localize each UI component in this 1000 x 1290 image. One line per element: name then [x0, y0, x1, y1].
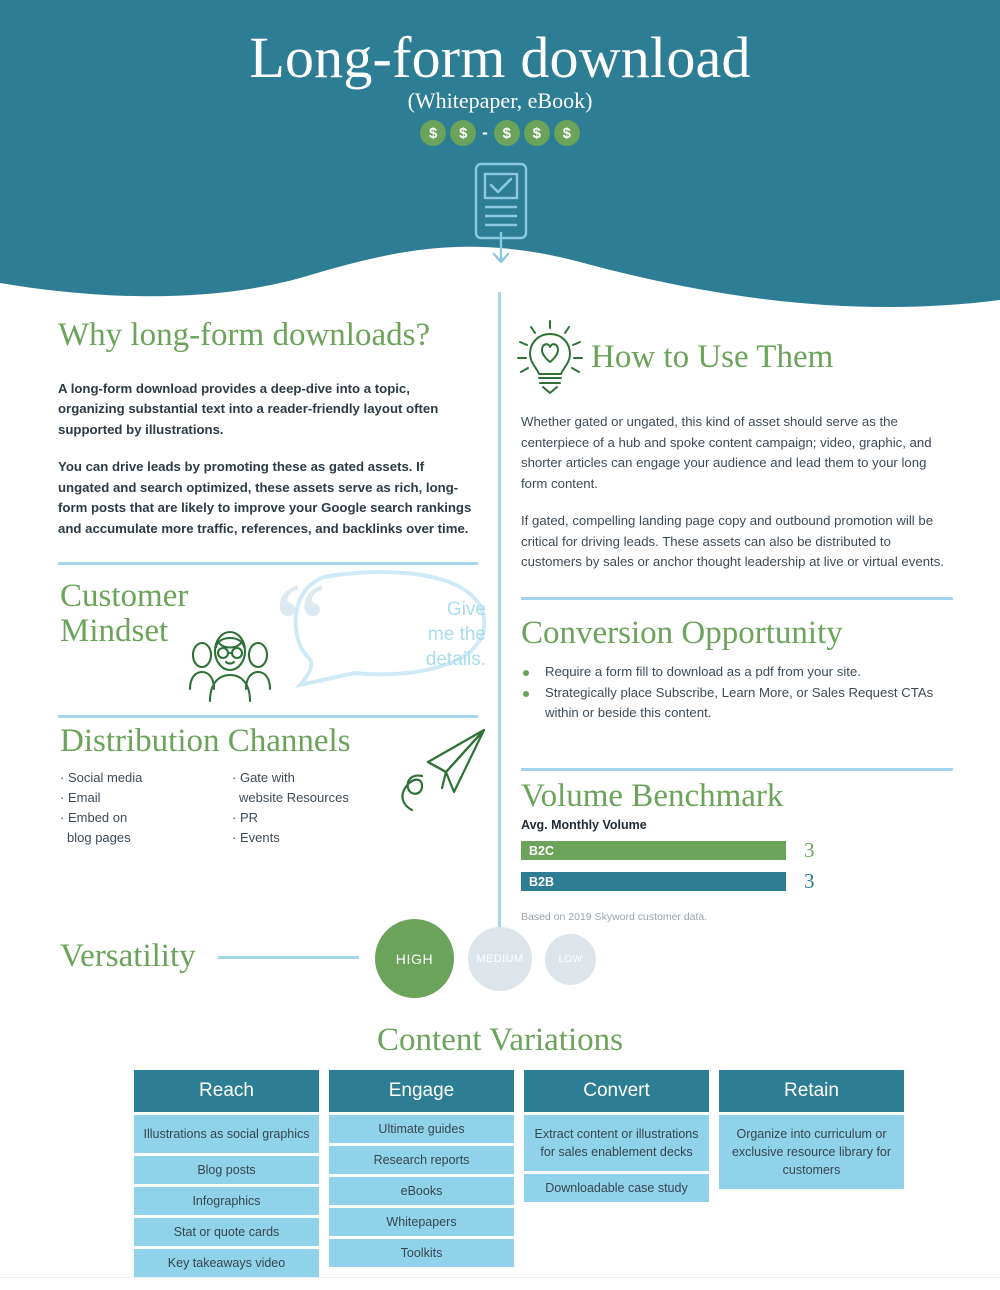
customer-mindset-section: Customer Mindset “ Give me the details. — [58, 558, 487, 715]
why-heading: Why long-form downloads? — [58, 317, 431, 353]
dollar-coin-icon: $ — [523, 120, 550, 146]
how-paragraph-2: If gated, compelling landing page copy a… — [521, 513, 944, 569]
list-item: Require a form fill to download as a pdf… — [521, 662, 953, 683]
list-item: blog pages — [67, 830, 131, 846]
versatility-level-low[interactable]: LOW — [545, 934, 596, 985]
bar-row-b2b: B2B 3 — [521, 869, 953, 894]
versatility-label: Versatility — [60, 938, 196, 974]
bar-row-b2c: B2C 3 — [521, 838, 953, 863]
volume-subheading: Avg. Monthly Volume — [521, 818, 647, 833]
bar-value-b2b: 3 — [804, 869, 815, 894]
hero-banner: Long-form download (Whitepaper, eBook) $… — [0, 0, 1000, 330]
distribution-lists: · Social media · Email · Embed on blog p… — [60, 768, 404, 848]
customer-quote: Give me the details. — [390, 597, 486, 672]
customer-quote-line2: me the — [427, 624, 486, 646]
why-paragraph-2: You can drive leads by promoting these a… — [58, 459, 472, 536]
table-row: Toolkits — [329, 1239, 514, 1267]
how-heading-row: How to Use Them — [515, 318, 953, 396]
content-variations-column-engage: Engage Ultimate guides Research reports … — [329, 1070, 514, 1277]
right-column: How to Use Them Whether gated or ungated… — [517, 318, 953, 923]
table-row: Key takeaways video — [134, 1249, 319, 1277]
distribution-column-1: · Social media · Email · Embed on blog p… — [60, 768, 232, 848]
bar-label-b2b: B2B — [521, 872, 786, 892]
table-row: Organize into curriculum or exclusive re… — [719, 1115, 904, 1189]
bar-value-b2c: 3 — [804, 838, 815, 863]
list-item: · Embed on — [60, 810, 128, 826]
dollar-coin-icon: $ — [450, 120, 477, 146]
distribution-channels-section: Distribution Channels · Social media · E… — [58, 718, 486, 868]
dollar-coin-icon: $ — [420, 120, 447, 146]
table-row: Stat or quote cards — [134, 1218, 319, 1246]
table-row: Infographics — [134, 1187, 319, 1215]
volume-benchmark-section: Volume Benchmark Avg. Monthly Volume B2C… — [521, 777, 953, 923]
column-header: Convert — [524, 1070, 709, 1112]
conversion-bullet-list: Require a form fill to download as a pdf… — [521, 662, 953, 724]
quote-mark-icon: “ — [274, 558, 328, 692]
versatility-section: Versatility — [58, 922, 618, 1002]
customer-mindset-heading: Customer Mindset — [60, 579, 188, 649]
column-header: Reach — [134, 1070, 319, 1112]
bar-label-b2c: B2C — [521, 841, 786, 861]
list-item: Strategically place Subscribe, Learn Mor… — [521, 683, 953, 724]
distribution-heading: Distribution Channels — [60, 723, 351, 760]
how-heading: How to Use Them — [591, 338, 834, 375]
how-paragraph-1: Whether gated or ungated, this kind of a… — [521, 414, 932, 491]
list-item: · Gate with — [232, 770, 295, 786]
volume-heading: Volume Benchmark — [521, 777, 784, 814]
page-subtitle: (Whitepaper, eBook) — [407, 88, 593, 113]
list-item: website Resources — [239, 790, 349, 806]
versatility-level-medium[interactable]: MEDIUM — [468, 927, 532, 991]
column-header: Engage — [329, 1070, 514, 1112]
content-variations-title: Content Variations — [377, 1022, 623, 1058]
cost-range-dash: - — [482, 123, 488, 142]
content-variations-column-reach: Reach Illustrations as social graphics B… — [134, 1070, 319, 1277]
table-row: Whitepapers — [329, 1208, 514, 1236]
column-header: Retain — [719, 1070, 904, 1112]
why-paragraph-1: A long-form download provides a deep-div… — [58, 380, 439, 437]
conversion-opportunity-section: Conversion Opportunity Require a form fi… — [521, 614, 953, 768]
table-row: Ultimate guides — [329, 1115, 514, 1143]
conversion-heading: Conversion Opportunity — [521, 614, 843, 651]
footer-divider — [0, 1277, 1000, 1278]
content-variations-grid: Reach Illustrations as social graphics B… — [134, 1070, 904, 1277]
customer-mindset-heading-line1: Customer — [60, 578, 189, 615]
customer-quote-line1: Give — [446, 599, 486, 621]
cost-indicator: $ $ - $ $ $ — [0, 120, 1000, 146]
paper-plane-icon — [401, 729, 486, 812]
table-row: eBooks — [329, 1177, 514, 1205]
table-row: Blog posts — [134, 1156, 319, 1184]
section-rule — [521, 767, 953, 771]
list-item: · Social media — [60, 770, 143, 786]
dollar-coin-icon: $ — [493, 120, 520, 146]
versatility-level-high[interactable]: HIGH — [375, 919, 454, 998]
left-column: Why long-form downloads? A long-form dow… — [58, 317, 487, 868]
section-rule — [521, 596, 953, 600]
dollar-coin-icon: $ — [553, 120, 580, 146]
document-download-icon — [474, 162, 528, 264]
list-item: · Email — [60, 790, 101, 806]
customer-quote-line3: details. — [425, 649, 486, 671]
column-divider — [498, 292, 501, 930]
lightbulb-icon — [517, 320, 583, 394]
page-title: Long-form download — [249, 25, 751, 90]
table-row: Illustrations as social graphics — [134, 1115, 319, 1153]
table-row: Research reports — [329, 1146, 514, 1174]
table-row: Extract content or illustrations for sal… — [524, 1115, 709, 1171]
content-variations-column-convert: Convert Extract content or illustrations… — [524, 1070, 709, 1277]
customer-mindset-heading-line2: Mindset — [60, 613, 169, 650]
list-item: · Events — [232, 830, 280, 846]
people-group-icon — [188, 631, 272, 703]
content-variations-column-retain: Retain Organize into curriculum or exclu… — [719, 1070, 904, 1277]
infographic-page: Long-form download (Whitepaper, eBook) $… — [0, 0, 1000, 1290]
versatility-connector-line — [218, 956, 359, 959]
table-row: Downloadable case study — [524, 1174, 709, 1202]
distribution-column-2: · Gate with website Resources · PR · Eve… — [232, 768, 404, 848]
list-item: · PR — [232, 810, 259, 826]
